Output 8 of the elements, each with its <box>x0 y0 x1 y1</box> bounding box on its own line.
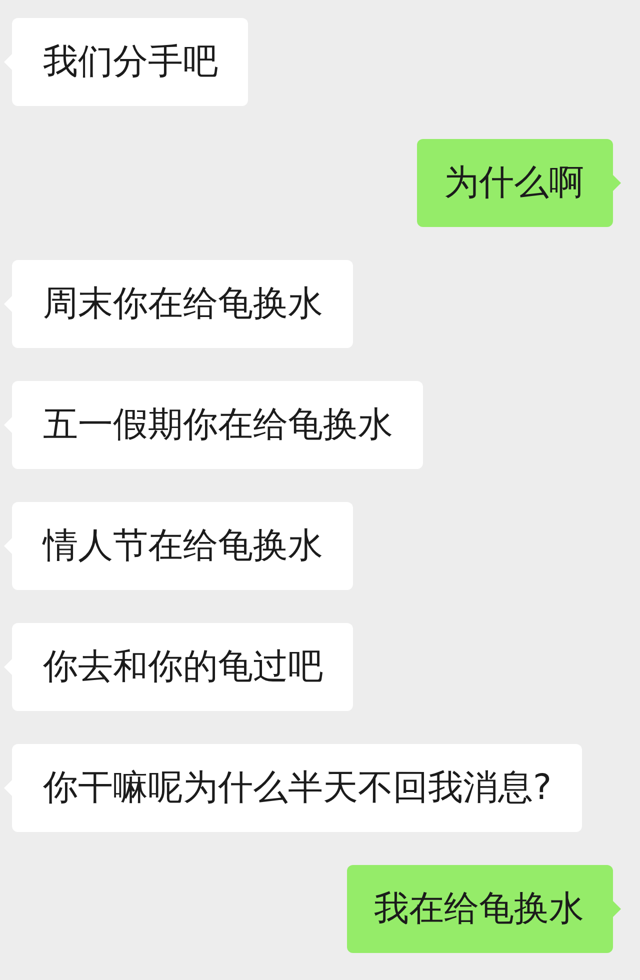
message-bubble: 为什么啊 <box>417 139 621 227</box>
message-bubble: 周末你在给龟换水 <box>4 260 353 348</box>
message-bubble: 我们分手吧 <box>4 18 248 106</box>
message-bubble: 你去和你的龟过吧 <box>4 623 353 711</box>
message-bubble: 你干嘛呢为什么半天不回我消息? <box>4 744 582 832</box>
message-bubble: 情人节在给龟换水 <box>4 502 353 590</box>
message-bubble: 五一假期你在给龟换水 <box>4 381 423 469</box>
message-bubble: 我在给龟换水 <box>347 865 621 953</box>
